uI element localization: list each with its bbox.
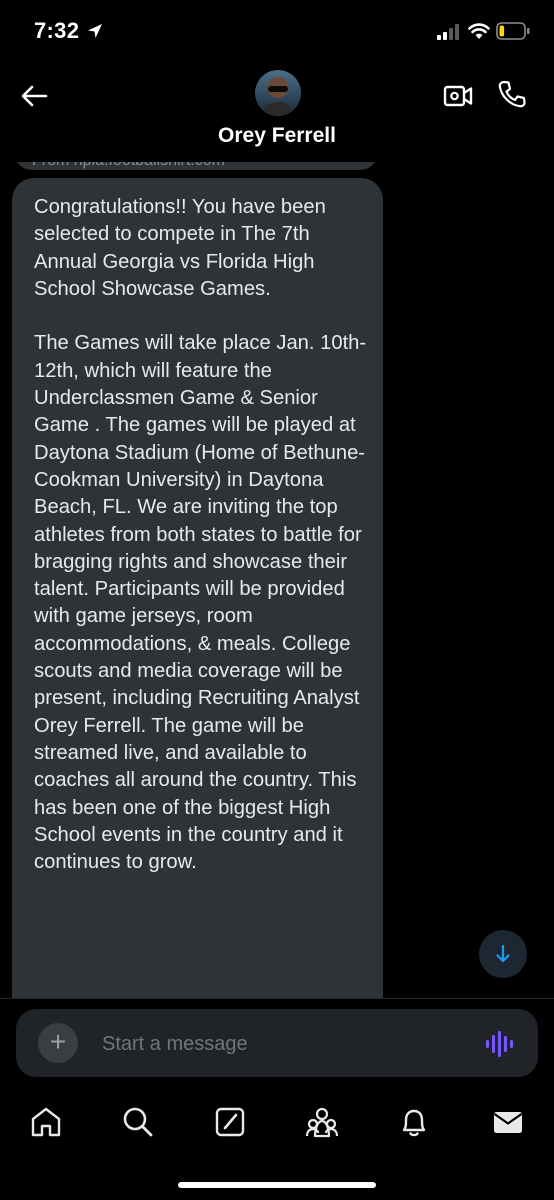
previous-message-bubble[interactable]: From hpia.footballshirt.com <box>14 162 378 170</box>
notifications-icon[interactable] <box>396 1104 432 1140</box>
voice-message-icon[interactable] <box>484 1029 516 1059</box>
back-arrow-icon[interactable] <box>18 80 50 112</box>
message-list[interactable]: From hpia.footballshirt.com Congratulati… <box>0 162 554 998</box>
scroll-to-bottom-button[interactable] <box>479 930 527 978</box>
search-icon[interactable] <box>120 1104 156 1140</box>
contact-name[interactable]: Orey Ferrell <box>0 124 554 148</box>
battery-icon <box>496 22 530 40</box>
conversation-header: Orey Ferrell <box>0 64 554 162</box>
arrow-down-icon <box>496 944 510 963</box>
previous-message-text: From hpia.footballshirt.com <box>32 162 225 170</box>
messages-icon[interactable] <box>490 1104 526 1140</box>
compose-icon[interactable] <box>212 1104 248 1140</box>
home-icon[interactable] <box>28 1104 64 1140</box>
phone-call-icon[interactable] <box>496 78 528 110</box>
plus-icon: + <box>49 1026 67 1057</box>
received-message-bubble[interactable]: Congratulations!! You have been selected… <box>12 178 383 998</box>
contact-avatar[interactable] <box>255 70 301 116</box>
avatar-sunglasses <box>268 86 288 92</box>
communities-icon[interactable] <box>304 1104 340 1140</box>
avatar-shirt <box>262 102 294 116</box>
message-text: Congratulations!! You have been selected… <box>34 196 367 874</box>
status-bar: 7:32 <box>0 0 554 64</box>
wifi-icon <box>468 23 490 39</box>
status-time: 7:32 <box>34 18 80 43</box>
location-arrow-icon <box>88 24 102 38</box>
home-indicator <box>178 1182 376 1188</box>
cellular-signal-icon <box>437 24 459 40</box>
video-call-icon[interactable] <box>442 80 474 112</box>
composer-area: + <box>0 998 554 1091</box>
add-media-button[interactable]: + <box>38 1023 78 1063</box>
bottom-tab-bar <box>0 1090 554 1200</box>
message-input[interactable] <box>100 1027 444 1061</box>
message-composer: + <box>16 1009 538 1077</box>
